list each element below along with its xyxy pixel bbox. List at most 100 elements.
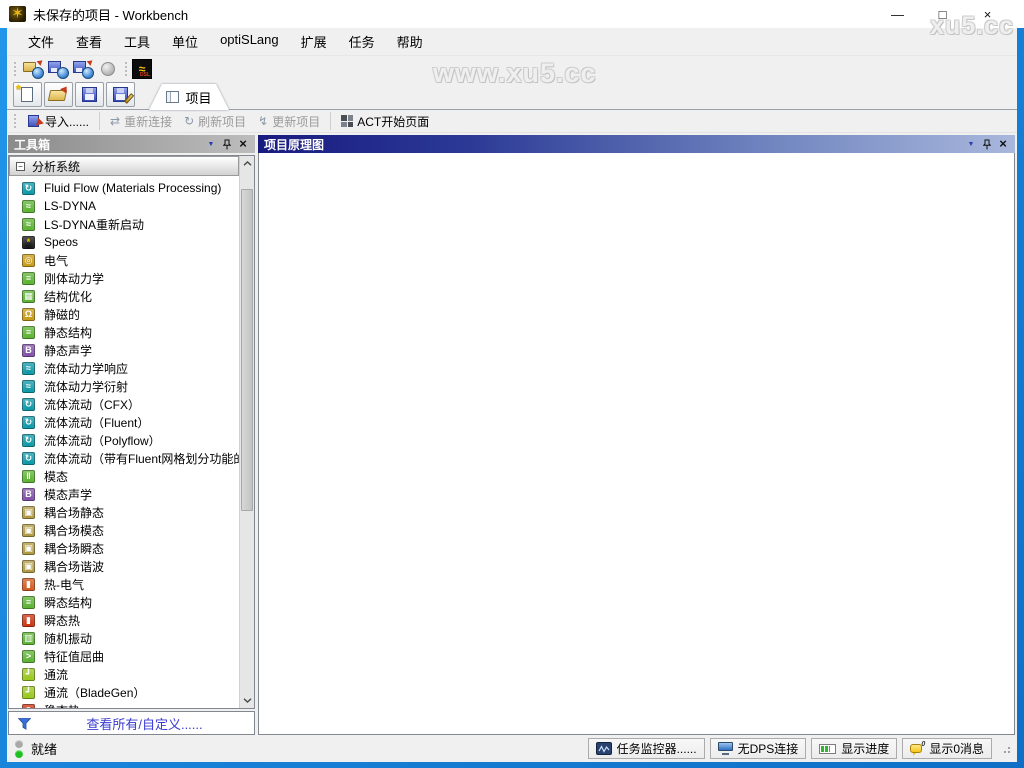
menu-item[interactable]: 文件	[17, 28, 65, 55]
toolbox-item[interactable]: ≈ LS-DYNA重新启动	[9, 215, 239, 233]
menu-item[interactable]: 查看	[65, 28, 113, 55]
schematic-canvas[interactable]	[258, 153, 1015, 735]
toolbox-item[interactable]: ↻ 流体流动（CFX）	[9, 395, 239, 413]
menu-item[interactable]: 任务	[338, 28, 386, 55]
toolbox-item[interactable]: ┛ 通流	[9, 665, 239, 683]
collapse-icon[interactable]: −	[16, 161, 25, 171]
messages-icon: 0	[910, 741, 925, 756]
reconnect-button[interactable]: ⇄ 重新连接	[104, 111, 178, 132]
toolbox-item[interactable]: B 静态声学	[9, 341, 239, 359]
app-body: 文件 查看 工具 单位 optiSLang 扩展 任务 帮助 www.xu5.c…	[7, 28, 1017, 762]
toolbox-item[interactable]: ↻ 流体流动（Fluent）	[9, 413, 239, 431]
icon-glyph: ┛	[25, 668, 32, 679]
dps-connection-button[interactable]: 无DPS连接	[709, 738, 807, 759]
minimize-button[interactable]: —	[875, 0, 920, 28]
tab-project[interactable]: 项目	[149, 84, 229, 110]
schematic-title: 项目原理图	[264, 137, 325, 152]
icon-glyph: ▣	[24, 560, 33, 571]
toolbox-item[interactable]: ≈ 流体动力学响应	[9, 359, 239, 377]
toolbox-item[interactable]: ≈ LS-DYNA	[9, 197, 239, 215]
dps-connection-icon	[717, 742, 733, 755]
icon-glyph: Ω	[24, 308, 33, 319]
menu-item[interactable]: 扩展	[290, 28, 338, 55]
toolbox-item[interactable]: ↻ 流体流动（Polyflow）	[9, 431, 239, 449]
toolbox-item[interactable]: ▮ 热-电气	[9, 575, 239, 593]
globe-glyph	[32, 67, 44, 79]
toolbox-item[interactable]: ↻ Fluid Flow (Materials Processing)	[9, 179, 239, 197]
new-project-button[interactable]: *	[13, 82, 42, 107]
view-all-customize-row[interactable]: 查看所有/自定义......	[8, 711, 255, 735]
act-start-label: ACT开始页面	[357, 114, 430, 129]
toolbox-item[interactable]: ▣ 耦合场模态	[9, 521, 239, 539]
toolbox-item[interactable]: B 模态声学	[9, 485, 239, 503]
toolbox-item[interactable]: ≡ 刚体动力学	[9, 269, 239, 287]
icon-glyph: ≡	[25, 326, 32, 337]
analysis-system-icon: ┛	[22, 667, 35, 681]
toolbox-item[interactable]: Ω 静磁的	[9, 305, 239, 323]
import-button[interactable]: 导入......	[21, 111, 95, 132]
pin-icon[interactable]	[219, 137, 235, 151]
icon-glyph: ▣	[24, 524, 33, 535]
schematic-panel-header[interactable]: 项目原理图 ▼ ×	[258, 135, 1015, 153]
show-messages-button[interactable]: 0 显示0消息	[902, 738, 992, 759]
analysis-system-icon: ≈	[22, 199, 35, 213]
scroll-up-icon[interactable]	[240, 156, 254, 171]
view-all-customize-link[interactable]: 查看所有/自定义......	[86, 714, 202, 733]
close-icon[interactable]: ×	[995, 137, 1011, 151]
close-button[interactable]: ×	[965, 0, 1010, 28]
toolbox-item[interactable]: ≡ 瞬态结构	[9, 593, 239, 611]
open-project-button[interactable]	[44, 82, 73, 107]
panel-menu-icon[interactable]: ▼	[203, 137, 219, 151]
scroll-down-icon[interactable]	[240, 693, 254, 708]
scrollbar-thumb[interactable]	[241, 189, 253, 511]
toolbox-item[interactable]: ≈ 流体动力学衍射	[9, 377, 239, 395]
toolbox-item[interactable]: * Speos	[9, 233, 239, 251]
pin-icon[interactable]	[979, 137, 995, 151]
save-as-button[interactable]	[106, 82, 135, 107]
analysis-system-icon: ▣	[22, 559, 35, 573]
toolbox-item[interactable]: ▣ 耦合场静态	[9, 503, 239, 521]
menu-item[interactable]: 工具	[113, 28, 161, 55]
save-project-globe-icon[interactable]	[47, 58, 70, 79]
toolbox-item[interactable]: ◎ 电气	[9, 251, 239, 269]
toolbox-panel-header[interactable]: 工具箱 ▼ ×	[8, 135, 255, 153]
scrollbar-track[interactable]	[240, 171, 254, 693]
toolbox-item[interactable]: ▥ 随机振动	[9, 629, 239, 647]
toolbox-item[interactable]: ▦ 结构优化	[9, 287, 239, 305]
toolbox-item[interactable]: ▣ 耦合场瞬态	[9, 539, 239, 557]
toolbox-item[interactable]: ▮ 稳态热	[9, 701, 239, 708]
save-project-button[interactable]	[75, 82, 104, 107]
menu-item[interactable]: 单位	[161, 28, 209, 55]
resize-grip[interactable]	[1001, 743, 1011, 754]
toolbar-separator	[99, 112, 101, 130]
toolbox-item[interactable]: ▣ 耦合场谐波	[9, 557, 239, 575]
menu-item[interactable]: 帮助	[386, 28, 434, 55]
refresh-project-button[interactable]: ↻ 刷新项目	[178, 111, 252, 132]
toolbox-item-label: 流体流动（CFX）	[44, 397, 141, 412]
analysis-system-icon: B	[22, 487, 35, 501]
panel-menu-icon[interactable]: ▼	[963, 137, 979, 151]
toolbox-item[interactable]: ↻ 流体流动（带有Fluent网格划分功能的	[9, 449, 239, 467]
update-icon: ↯	[258, 114, 269, 128]
toolbox-scrollbar[interactable]	[239, 156, 254, 708]
save-as-globe-icon[interactable]	[72, 58, 95, 79]
toolbox-item[interactable]: ┛ 通流（BladeGen）	[9, 683, 239, 701]
job-monitor-button[interactable]: 任务监控器......	[587, 738, 705, 759]
menu-item[interactable]: optiSLang	[209, 28, 290, 55]
show-progress-button[interactable]: 显示进度	[811, 738, 898, 759]
analysis-system-icon: ≡	[22, 595, 35, 609]
open-project-globe-icon[interactable]	[22, 58, 45, 79]
toolbox-item-label: 耦合场谐波	[44, 559, 105, 574]
maximize-button[interactable]: □	[920, 0, 965, 28]
toolbox-item[interactable]: ‖ 模态	[9, 467, 239, 485]
act-start-page-button[interactable]: ACT开始页面	[335, 111, 435, 132]
toolbox-item[interactable]: ≡ 静态结构	[9, 323, 239, 341]
optislang-icon[interactable]: ≈ DSL	[132, 58, 152, 79]
toolbox-item[interactable]: ▮ 瞬态热	[9, 611, 239, 629]
title-bar[interactable]: ✶ 未保存的项目 - Workbench — □ × xu5.cc	[0, 0, 1024, 40]
analysis-systems-group[interactable]: − 分析系统	[9, 156, 239, 176]
close-icon[interactable]: ×	[235, 137, 251, 151]
update-project-button[interactable]: ↯ 更新项目	[252, 111, 326, 132]
analysis-system-icon: ↻	[22, 397, 35, 411]
toolbox-item[interactable]: > 特征值屈曲	[9, 647, 239, 665]
